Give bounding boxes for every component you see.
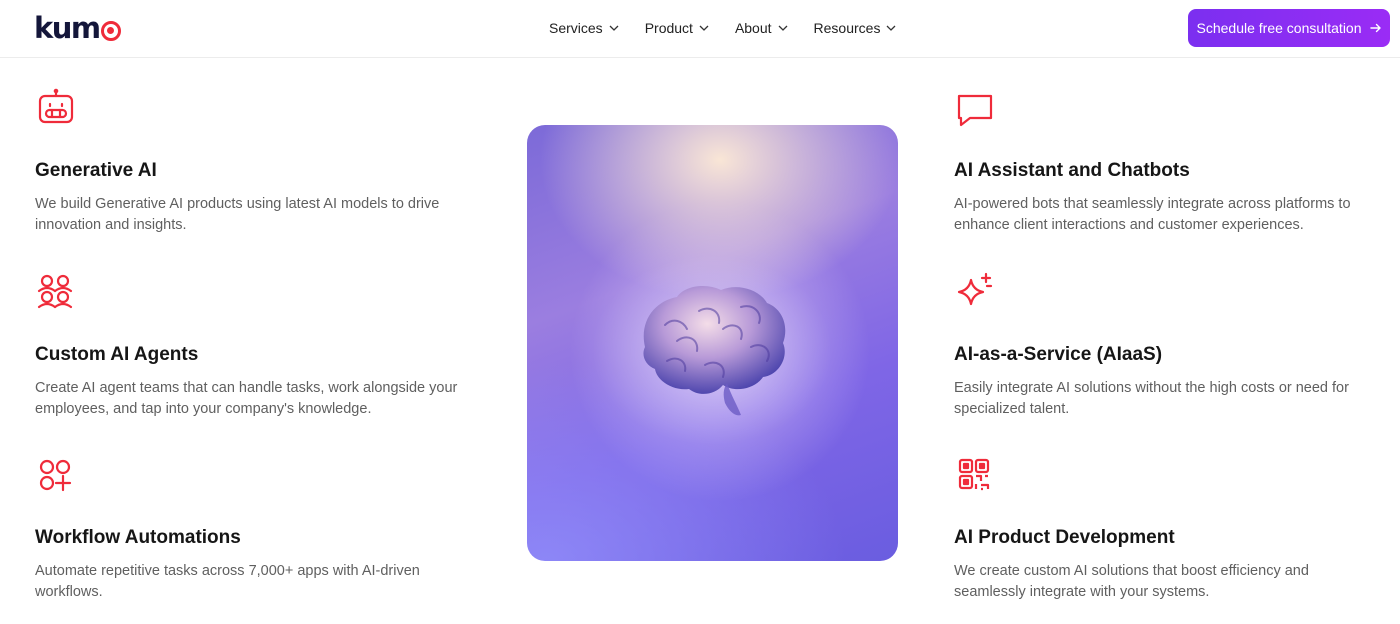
arrow-right-icon: [1369, 23, 1381, 33]
chevron-down-icon: [699, 25, 709, 31]
feature-ai-as-a-service: AI-as-a-Service (AIaaS) Easily integrate…: [954, 272, 1384, 417]
users-icon: [37, 274, 73, 309]
chevron-down-icon: [609, 25, 619, 31]
schedule-consultation-button[interactable]: Schedule free consultation: [1188, 9, 1390, 47]
nav-product-label: Product: [644, 20, 693, 36]
qr-code-icon: [958, 458, 990, 491]
apps-add-icon: [39, 459, 72, 492]
feature-ai-assistant-chatbots: AI Assistant and Chatbots AI-powered bot…: [954, 88, 1384, 233]
feature-workflow-automations: Workflow Automations Automate repetitive…: [35, 455, 465, 600]
feature-description: AI-powered bots that seamlessly integrat…: [954, 196, 1351, 233]
feature-description: Create AI agent teams that can handle ta…: [35, 380, 458, 417]
feature-description: Automate repetitive tasks across 7,000+ …: [35, 563, 420, 600]
nav-about[interactable]: About: [735, 20, 788, 36]
feature-title: Workflow Automations: [35, 527, 241, 548]
logo-wordmark: kum: [34, 11, 101, 45]
site-header: kum Services Product About Resources Sch…: [0, 0, 1400, 58]
feature-generative-ai: Generative AI We build Generative AI pro…: [35, 88, 465, 233]
feature-description: We build Generative AI products using la…: [35, 196, 440, 233]
feature-title: AI Assistant and Chatbots: [954, 160, 1190, 181]
feature-title: Generative AI: [35, 160, 157, 181]
hero-brain-image: [527, 125, 898, 561]
kumo-logo[interactable]: kum: [34, 11, 121, 45]
feature-custom-ai-agents: Custom AI Agents Create AI agent teams t…: [35, 272, 465, 417]
logo-target-icon: [100, 20, 121, 41]
feature-title: AI Product Development: [954, 527, 1175, 548]
nav-resources[interactable]: Resources: [814, 20, 897, 36]
nav-resources-label: Resources: [813, 20, 881, 36]
nav-services[interactable]: Services: [549, 20, 619, 36]
robot-icon: [38, 88, 74, 124]
brain-icon: [592, 255, 832, 445]
nav-about-label: About: [734, 20, 772, 36]
main-nav: Services Product About Resources: [549, 17, 896, 39]
sparkles-icon: [957, 272, 993, 306]
chat-bubble-icon: [957, 94, 993, 127]
feature-title: Custom AI Agents: [35, 344, 199, 365]
chevron-down-icon: [886, 25, 896, 31]
feature-description: We create custom AI solutions that boost…: [954, 563, 1309, 600]
feature-description: Easily integrate AI solutions without th…: [954, 380, 1349, 417]
feature-ai-product-development: AI Product Development We create custom …: [954, 455, 1384, 600]
chevron-down-icon: [778, 25, 787, 31]
nav-product[interactable]: Product: [645, 20, 709, 36]
cta-label: Schedule free consultation: [1196, 20, 1362, 36]
nav-services-label: Services: [549, 20, 603, 36]
feature-title: AI-as-a-Service (AIaaS): [954, 344, 1163, 365]
